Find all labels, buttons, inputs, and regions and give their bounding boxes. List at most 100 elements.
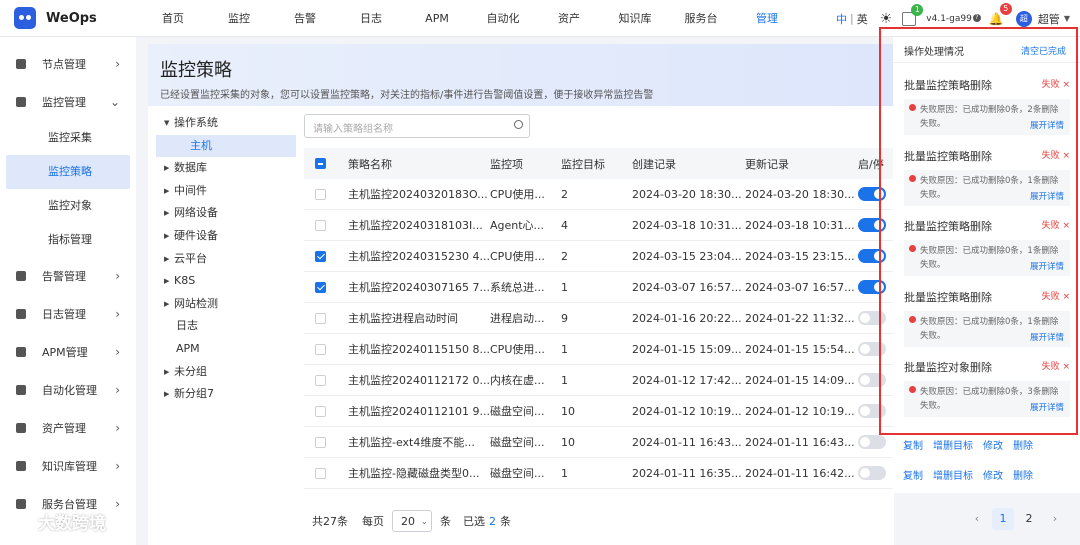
modify-button[interactable]: 修改 bbox=[983, 467, 1003, 482]
enable-toggle[interactable] bbox=[858, 280, 886, 294]
expand-details-link[interactable]: 展开详情 bbox=[1030, 331, 1064, 345]
nav-manage[interactable]: 管理 bbox=[734, 0, 800, 37]
strategy-name[interactable]: 主机监控20240112172 0... bbox=[348, 372, 490, 388]
row-checkbox[interactable] bbox=[315, 281, 326, 293]
strategy-name[interactable]: 主机监控-隐藏磁盘类型0... bbox=[348, 465, 490, 481]
page-1[interactable]: 1 bbox=[992, 508, 1014, 530]
strategy-name[interactable]: 主机监控进程启动时间 bbox=[348, 310, 490, 326]
lang-en[interactable]: 英 bbox=[857, 11, 868, 27]
table-row[interactable]: 主机监控-隐藏磁盘类型0... 磁盘空间... 1 2024-01-11 16:35.… bbox=[304, 458, 894, 489]
table-row[interactable]: 主机监控20240318103I... Agent心... 4 2024-03-18 … bbox=[304, 210, 894, 241]
row-checkbox[interactable] bbox=[315, 436, 326, 448]
expand-details-link[interactable]: 展开详情 bbox=[1030, 190, 1064, 204]
card-status-fail[interactable]: 失败 × bbox=[1042, 359, 1070, 372]
version-label[interactable]: v4.1-ga99? bbox=[926, 13, 981, 24]
nav-apm[interactable]: APM bbox=[404, 0, 470, 37]
bell-icon[interactable]: 🔔 5 bbox=[989, 2, 1012, 26]
avatar[interactable]: 超 bbox=[1015, 10, 1032, 27]
nav-automation[interactable]: 自动化 bbox=[470, 0, 536, 37]
enable-toggle[interactable] bbox=[858, 466, 886, 480]
tree-k8s[interactable]: ▶ K8S bbox=[156, 270, 296, 293]
select-all-checkbox[interactable] bbox=[315, 158, 326, 169]
search-input[interactable]: 请输入策略组名称 bbox=[304, 114, 530, 138]
next-page-icon[interactable]: › bbox=[1044, 508, 1066, 530]
sidebar-item-strategy[interactable]: 监控策略 bbox=[6, 155, 130, 189]
row-checkbox[interactable] bbox=[315, 188, 326, 200]
copy-button[interactable]: 复制 bbox=[903, 467, 923, 482]
nav-monitor[interactable]: 监控 bbox=[206, 0, 272, 37]
sidebar-item-node[interactable]: 节点管理 › bbox=[0, 45, 136, 83]
enable-toggle[interactable] bbox=[858, 373, 886, 387]
enable-toggle[interactable] bbox=[858, 404, 886, 418]
expand-details-link[interactable]: 展开详情 bbox=[1030, 119, 1064, 133]
tree-log[interactable]: 日志 bbox=[156, 315, 296, 338]
tree-os[interactable]: ▼ 操作系统 bbox=[156, 112, 296, 135]
row-checkbox[interactable] bbox=[315, 219, 326, 231]
table-row[interactable]: 主机监控20240112172 0... 内核在虚... 1 2024-01-12 1… bbox=[304, 365, 894, 396]
nav-log[interactable]: 日志 bbox=[338, 0, 404, 37]
sidebar-item-metric[interactable]: 指标管理 bbox=[6, 223, 130, 257]
row-checkbox[interactable] bbox=[315, 312, 326, 324]
sidebar-item-alarm[interactable]: 告警管理 › bbox=[0, 257, 136, 295]
table-row[interactable]: 主机监控20240115150 8... CPU使用... 1 2024-01-15 … bbox=[304, 334, 894, 365]
edit-targets-button[interactable]: 增删目标 bbox=[933, 437, 973, 452]
delete-button[interactable]: 删除 bbox=[1013, 437, 1033, 452]
tree-group7[interactable]: ▶ 新分组7 bbox=[156, 383, 296, 406]
sidebar-item-apm[interactable]: APM管理 › bbox=[0, 333, 136, 371]
clear-completed-button[interactable]: 清空已完成 bbox=[1021, 44, 1066, 57]
nav-asset[interactable]: 资产 bbox=[536, 0, 602, 37]
table-row[interactable]: 主机监控20240112101 9... 磁盘空间... 10 2024-01-12 … bbox=[304, 396, 894, 427]
strategy-name[interactable]: 主机监控20240315230 4... bbox=[348, 248, 490, 264]
table-row[interactable]: 主机监控20240307165 7... 系统总进... 1 2024-03-07 1… bbox=[304, 272, 894, 303]
user-caret-icon[interactable]: ▼ bbox=[1064, 14, 1070, 23]
sidebar-item-object[interactable]: 监控对象 bbox=[6, 189, 130, 223]
strategy-name[interactable]: 主机监控20240320183O... bbox=[348, 186, 490, 202]
strategy-name[interactable]: 主机监控20240318103I... bbox=[348, 217, 490, 233]
card-status-fail[interactable]: 失败 × bbox=[1042, 218, 1070, 231]
nav-knowledge[interactable]: 知识库 bbox=[602, 0, 668, 37]
user-name[interactable]: 超管 bbox=[1038, 11, 1060, 27]
tree-ungrouped[interactable]: ▶ 未分组 bbox=[156, 361, 296, 384]
tree-db[interactable]: ▶ 数据库 bbox=[156, 157, 296, 180]
sidebar-item-log[interactable]: 日志管理 › bbox=[0, 295, 136, 333]
sidebar-item-collect[interactable]: 监控采集 bbox=[6, 121, 130, 155]
page-2[interactable]: 2 bbox=[1018, 508, 1040, 530]
card-status-fail[interactable]: 失败 × bbox=[1042, 148, 1070, 161]
row-checkbox[interactable] bbox=[315, 374, 326, 386]
edit-targets-button[interactable]: 增删目标 bbox=[933, 467, 973, 482]
enable-toggle[interactable] bbox=[858, 218, 886, 232]
tree-network[interactable]: ▶ 网络设备 bbox=[156, 202, 296, 225]
logo[interactable]: WeOps bbox=[0, 7, 140, 29]
enable-toggle[interactable] bbox=[858, 187, 886, 201]
tree-host[interactable]: 主机 bbox=[156, 134, 296, 158]
enable-toggle[interactable] bbox=[858, 435, 886, 449]
strategy-name[interactable]: 主机监控20240115150 8... bbox=[348, 341, 490, 357]
card-status-fail[interactable]: 失败 × bbox=[1042, 289, 1070, 302]
strategy-name[interactable]: 主机监控20240112101 9... bbox=[348, 403, 490, 419]
theme-sun-icon[interactable]: ☀ bbox=[880, 11, 893, 27]
lang-zh[interactable]: 中 bbox=[836, 11, 847, 27]
tree-apm[interactable]: APM bbox=[156, 338, 296, 361]
table-row[interactable]: 主机监控-ext4维度不能... 磁盘空间... 10 2024-01-11 16:4… bbox=[304, 427, 894, 458]
nav-home[interactable]: 首页 bbox=[140, 0, 206, 37]
tree-hardware[interactable]: ▶ 硬件设备 bbox=[156, 225, 296, 248]
page-size-select[interactable]: 20 ⌄ bbox=[392, 510, 432, 532]
row-checkbox[interactable] bbox=[315, 467, 326, 479]
copy-button[interactable]: 复制 bbox=[903, 437, 923, 452]
sidebar-item-asset[interactable]: 资产管理 › bbox=[0, 409, 136, 447]
table-row[interactable]: 主机监控进程启动时间 进程启动... 9 2024-01-16 20:22... 202… bbox=[304, 303, 894, 334]
table-row[interactable]: 主机监控20240320183O... CPU使用... 2 2024-03-20 1… bbox=[304, 179, 894, 210]
sidebar-item-automation[interactable]: 自动化管理 › bbox=[0, 371, 136, 409]
expand-details-link[interactable]: 展开详情 bbox=[1030, 260, 1064, 274]
tree-cloud[interactable]: ▶ 云平台 bbox=[156, 248, 296, 271]
nav-service-desk[interactable]: 服务台 bbox=[668, 0, 734, 37]
row-checkbox[interactable] bbox=[315, 405, 326, 417]
doc-icon[interactable]: 1 bbox=[902, 3, 924, 26]
delete-button[interactable]: 删除 bbox=[1013, 467, 1033, 482]
enable-toggle[interactable] bbox=[858, 311, 886, 325]
tree-website[interactable]: ▶ 网站检测 bbox=[156, 293, 296, 316]
row-checkbox[interactable] bbox=[315, 343, 326, 355]
search-icon[interactable] bbox=[514, 120, 523, 129]
sidebar-item-knowledge[interactable]: 知识库管理 › bbox=[0, 447, 136, 485]
tree-middleware[interactable]: ▶ 中间件 bbox=[156, 180, 296, 203]
